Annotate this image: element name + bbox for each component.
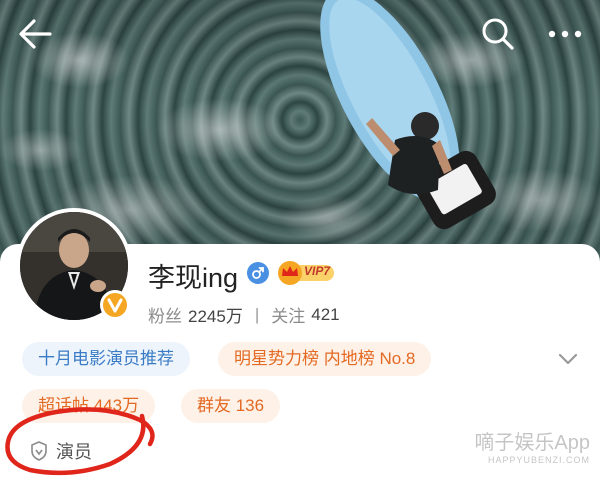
male-icon bbox=[247, 262, 269, 284]
vip-badge[interactable]: VIP7 bbox=[276, 258, 336, 286]
back-arrow-icon[interactable] bbox=[16, 16, 56, 52]
watermark: 嘀子娱乐App HAPPYUBENZI.COM bbox=[440, 426, 590, 465]
tag-super-topic[interactable]: 超话帖 443万 bbox=[22, 389, 156, 423]
watermark-main: 嘀子娱乐App bbox=[474, 432, 590, 454]
follow-count[interactable]: 421 bbox=[311, 305, 339, 325]
watermark-sub: HAPPYUBENZI.COM bbox=[487, 455, 590, 465]
profile-name: 李现ing bbox=[148, 263, 239, 293]
tag-star-ranking[interactable]: 明星势力榜 内地榜 No.8 bbox=[218, 342, 432, 376]
more-icon[interactable] bbox=[540, 16, 590, 52]
tag-group-friends[interactable]: 群友 136 bbox=[181, 389, 281, 423]
role-label: 演员 bbox=[56, 442, 92, 462]
follow-label: 关注 bbox=[271, 307, 306, 326]
profile-stats: 粉丝 2245万 | 关注 421 bbox=[148, 302, 340, 327]
fans-label: 粉丝 bbox=[148, 307, 182, 326]
shield-icon bbox=[31, 441, 47, 461]
vip-level-label: VIP7 bbox=[304, 264, 331, 278]
stats-divider: | bbox=[254, 304, 260, 324]
role-row: 演员 bbox=[30, 438, 92, 464]
chevron-down-icon[interactable] bbox=[556, 350, 580, 368]
verified-badge-icon bbox=[100, 290, 130, 320]
search-icon[interactable] bbox=[478, 14, 518, 54]
fans-count[interactable]: 2245万 bbox=[188, 302, 243, 327]
tag-movie-actor-recommend[interactable]: 十月电影演员推荐 bbox=[22, 342, 190, 376]
